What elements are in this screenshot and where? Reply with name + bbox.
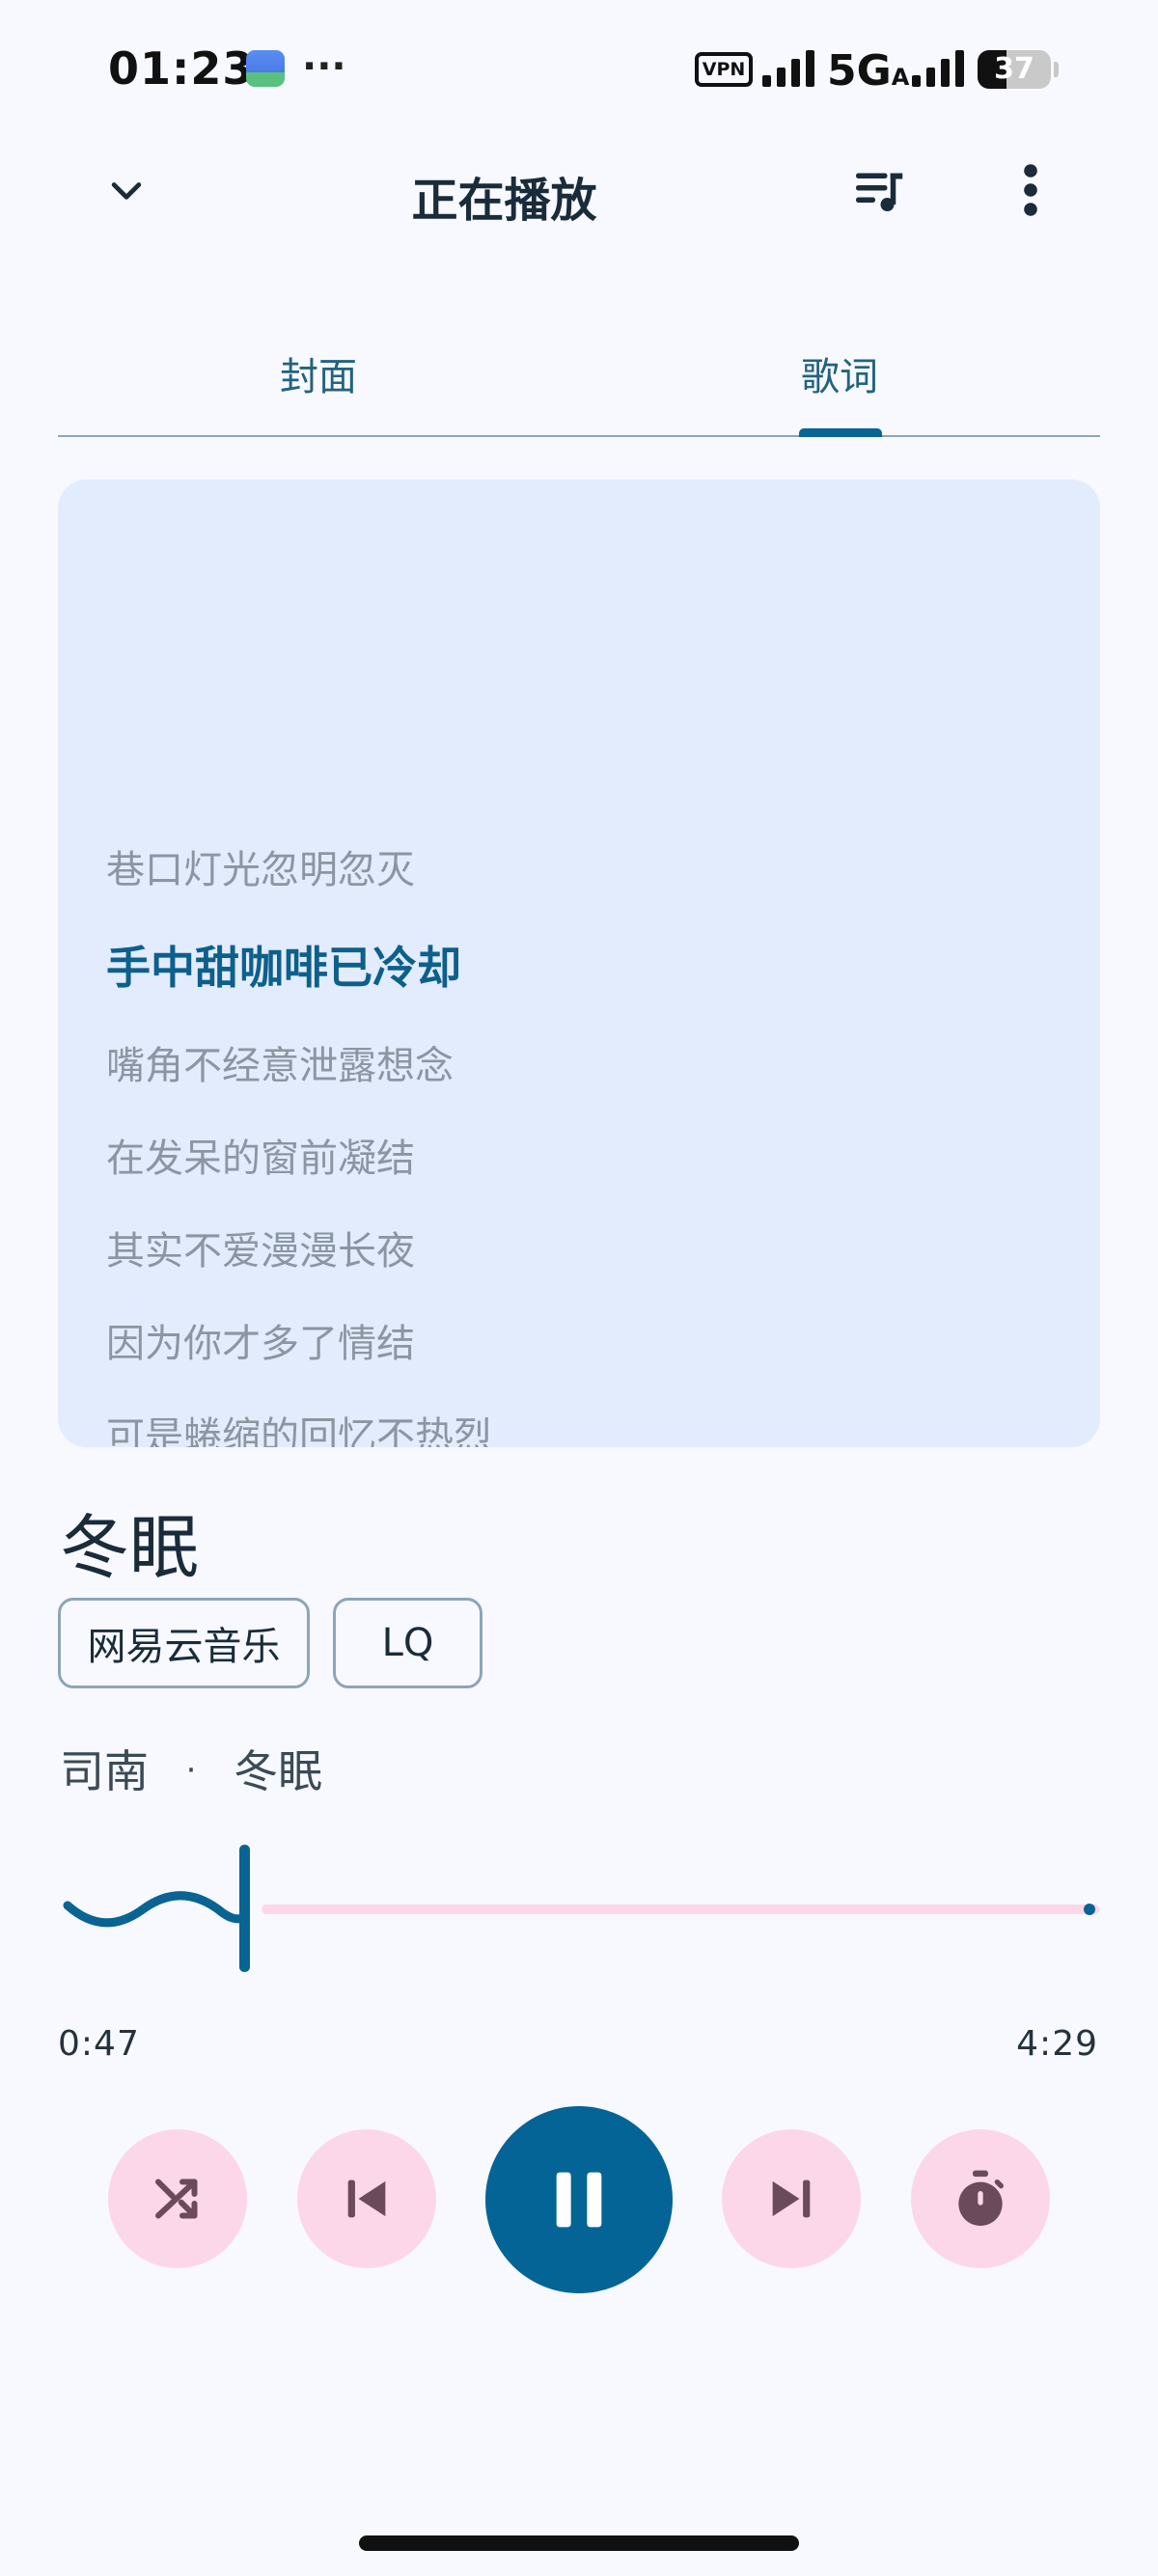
source-chip[interactable]: 网易云音乐 (58, 1598, 310, 1688)
network-type: 5GA (827, 46, 910, 96)
quality-chip[interactable]: LQ (333, 1598, 482, 1688)
shuffle-button[interactable] (108, 2129, 247, 2268)
lyric-line[interactable]: 巷口灯光忽明忽灭 (106, 838, 415, 894)
home-indicator[interactable] (359, 2535, 799, 2551)
progress-slider[interactable] (58, 1833, 1110, 1987)
more-vert-icon[interactable] (992, 151, 1069, 229)
timer-icon (958, 2170, 1004, 2226)
signal-icon-2 (912, 50, 964, 87)
battery-tip (1054, 62, 1059, 77)
signal-icon (762, 50, 814, 87)
progress-end-dot (1084, 1904, 1095, 1915)
tab-cover[interactable]: 封面 (174, 345, 463, 401)
previous-button[interactable] (297, 2129, 436, 2268)
vpn-icon: VPN (695, 52, 753, 87)
battery-level: 37 (994, 52, 1034, 86)
album-name[interactable]: 冬眠 (234, 1745, 322, 1797)
app-notification-icon (246, 50, 285, 87)
total-time: 4:29 (1016, 2024, 1098, 2064)
battery-icon: 37 (978, 50, 1051, 89)
lyric-line[interactable]: 嘴角不经意泄露想念 (106, 1034, 454, 1090)
pause-button[interactable] (485, 2106, 673, 2293)
lyric-line[interactable]: 在发呆的窗前凝结 (106, 1127, 415, 1183)
pause-icon (556, 2172, 602, 2228)
lyric-line[interactable]: 可是蜷缩的回忆不热烈 (106, 1405, 492, 1447)
progress-thumb[interactable] (239, 1845, 250, 1972)
artist-name[interactable]: 司南 (60, 1745, 149, 1797)
artist-album: 司南 · 冬眠 (60, 1737, 322, 1800)
queue-music-icon[interactable] (841, 151, 919, 229)
lyric-line[interactable]: 其实不爱漫漫长夜 (106, 1219, 415, 1275)
lyric-line[interactable]: 因为你才多了情结 (106, 1312, 415, 1368)
separator: · (185, 1751, 197, 1790)
status-time: 01:23 (108, 42, 255, 95)
sleep-timer-button[interactable] (911, 2129, 1050, 2268)
tab-lyrics[interactable]: 歌词 (695, 345, 984, 401)
tab-indicator (799, 428, 882, 437)
elapsed-time: 0:47 (58, 2024, 140, 2064)
lyrics-panel[interactable]: 巷口灯光忽明忽灭 手中甜咖啡已冷却 嘴角不经意泄露想念 在发呆的窗前凝结 其实不… (58, 480, 1100, 1447)
lyric-line-current[interactable]: 手中甜咖啡已冷却 (106, 933, 461, 997)
progress-active-wave (63, 1891, 248, 1928)
skip-previous-icon (347, 2179, 386, 2218)
song-title: 冬眠 (60, 1507, 200, 1588)
more-notifications-icon: ··· (302, 44, 346, 89)
shuffle-icon (155, 2179, 198, 2219)
next-button[interactable] (722, 2129, 861, 2268)
tab-divider (58, 435, 1100, 437)
skip-next-icon (772, 2179, 811, 2218)
progress-track[interactable] (262, 1905, 1099, 1914)
